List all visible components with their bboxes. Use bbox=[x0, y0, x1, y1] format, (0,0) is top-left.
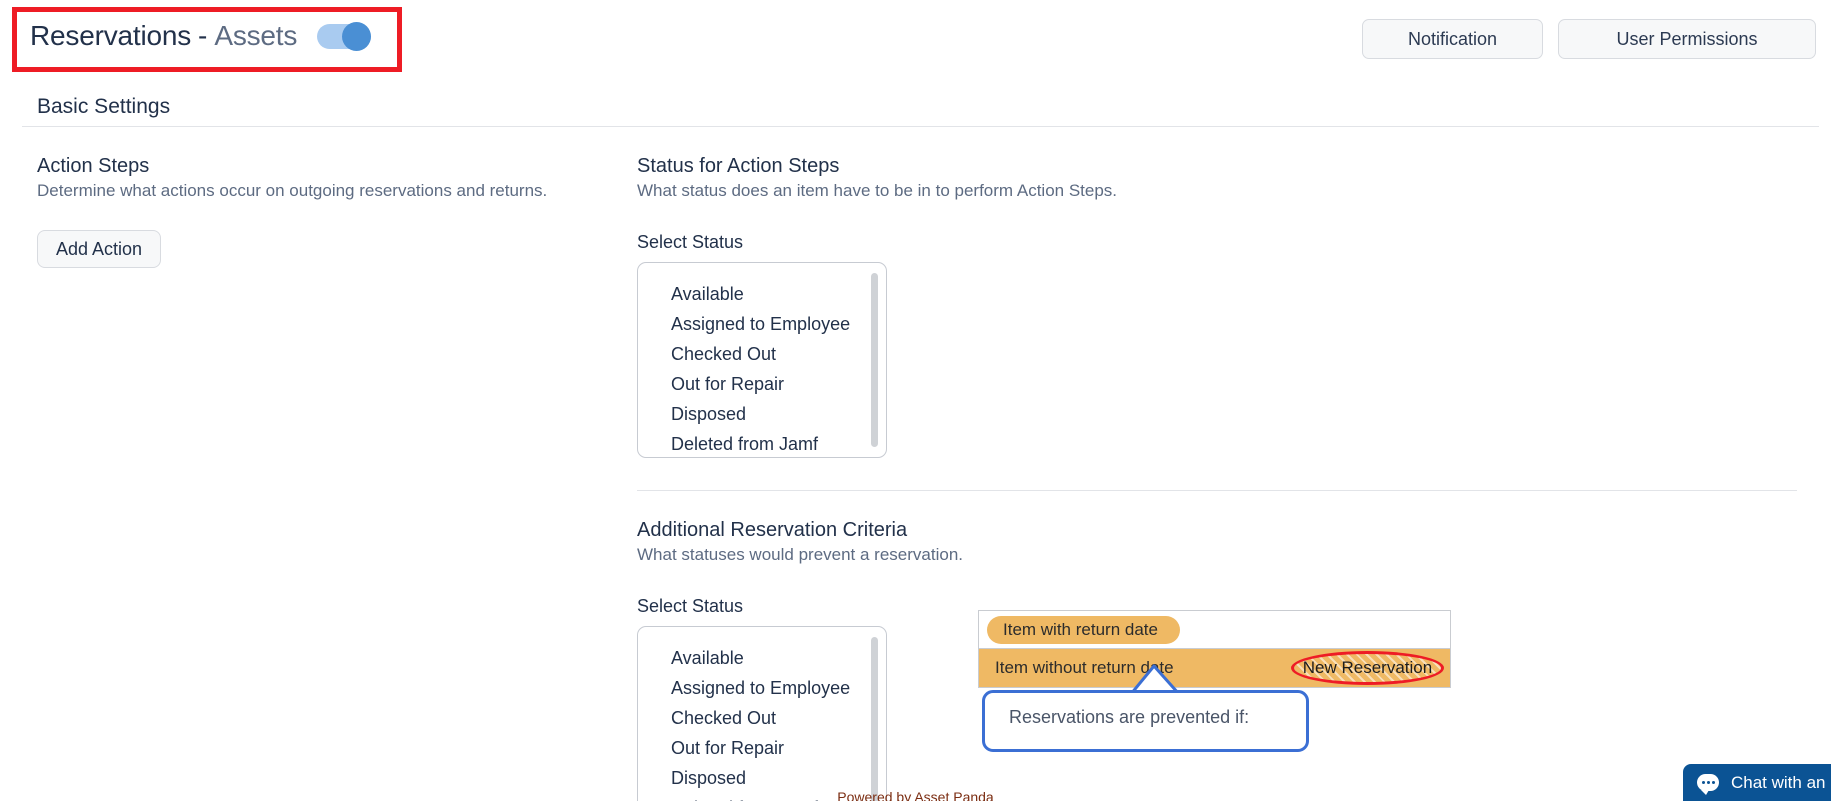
status-option[interactable]: Checked Out bbox=[638, 703, 886, 733]
add-action-button[interactable]: Add Action bbox=[37, 230, 162, 268]
callout-box: Reservations are prevented if: bbox=[982, 690, 1309, 752]
new-reservation-highlight-oval: New Reservation bbox=[1291, 651, 1444, 685]
additional-reservation-criteria-title: Additional Reservation Criteria bbox=[637, 519, 908, 541]
status-for-action-steps-title: Status for Action Steps bbox=[637, 155, 840, 177]
notification-button[interactable]: Notification bbox=[1362, 19, 1543, 59]
status-option[interactable]: Assigned to Employee bbox=[638, 673, 886, 703]
basic-settings-heading: Basic Settings bbox=[37, 95, 171, 118]
action-steps-description: Determine what actions occur on outgoing… bbox=[37, 181, 548, 200]
annotation-pill-label: Item with return date bbox=[987, 615, 1180, 644]
page-subtitle: Assets bbox=[214, 20, 298, 51]
section-divider bbox=[637, 490, 1797, 491]
status-option-list-1: Available Assigned to Employee Checked O… bbox=[638, 279, 886, 457]
status-listbox-reservation-criteria[interactable]: Available Assigned to Employee Checked O… bbox=[637, 626, 887, 801]
toggle-knob bbox=[342, 21, 372, 51]
action-steps-title: Action Steps bbox=[37, 155, 150, 177]
status-option[interactable]: Assigned to Employee bbox=[638, 309, 886, 339]
status-option[interactable]: Deleted from Jamf bbox=[638, 429, 886, 457]
select-status-label-1: Select Status bbox=[637, 232, 744, 252]
chat-bubble-icon bbox=[1697, 774, 1719, 795]
status-option[interactable]: Available bbox=[638, 279, 886, 309]
listbox-scrollbar-1[interactable] bbox=[871, 273, 878, 447]
annotation-legend-table: Item with return date Item without retur… bbox=[978, 610, 1451, 688]
chat-widget-label: Chat with an Ex bbox=[1731, 772, 1831, 792]
annotation-row-with-return-date: Item with return date bbox=[979, 611, 1450, 649]
chat-widget-button[interactable]: Chat with an Ex bbox=[1683, 764, 1831, 801]
page-root: Reservations - Assets Notification User … bbox=[0, 0, 1831, 801]
status-option[interactable]: Disposed bbox=[638, 399, 886, 429]
basic-settings-divider bbox=[22, 126, 1819, 127]
title-separator: - bbox=[198, 20, 208, 51]
status-listbox-action-steps[interactable]: Available Assigned to Employee Checked O… bbox=[637, 262, 887, 458]
action-steps-column: Action Steps Determine what actions occu… bbox=[37, 155, 577, 268]
status-option[interactable]: Out for Repair bbox=[638, 733, 886, 763]
page-title-row: Reservations - Assets bbox=[30, 20, 372, 52]
status-option[interactable]: Checked Out bbox=[638, 339, 886, 369]
status-option-list-2: Available Assigned to Employee Checked O… bbox=[638, 643, 886, 801]
status-option[interactable]: Available bbox=[638, 643, 886, 673]
user-permissions-button[interactable]: User Permissions bbox=[1558, 19, 1816, 59]
powered-by-footer: Powered by Asset Panda bbox=[837, 789, 994, 801]
page-title: Reservations bbox=[30, 20, 192, 51]
additional-reservation-criteria-description: What statuses would prevent a reservatio… bbox=[637, 545, 963, 564]
header-bar: Reservations - Assets Notification User … bbox=[0, 0, 1831, 80]
status-option[interactable]: Out for Repair bbox=[638, 369, 886, 399]
annotation-row-without-return-date: Item without return date New Reservation bbox=[979, 649, 1450, 687]
callout-text: Reservations are prevented if: bbox=[1009, 707, 1250, 727]
listbox-scrollbar-2[interactable] bbox=[871, 637, 878, 801]
status-for-action-steps-description: What status does an item have to be in t… bbox=[637, 181, 1118, 200]
module-enable-toggle[interactable] bbox=[317, 21, 372, 51]
